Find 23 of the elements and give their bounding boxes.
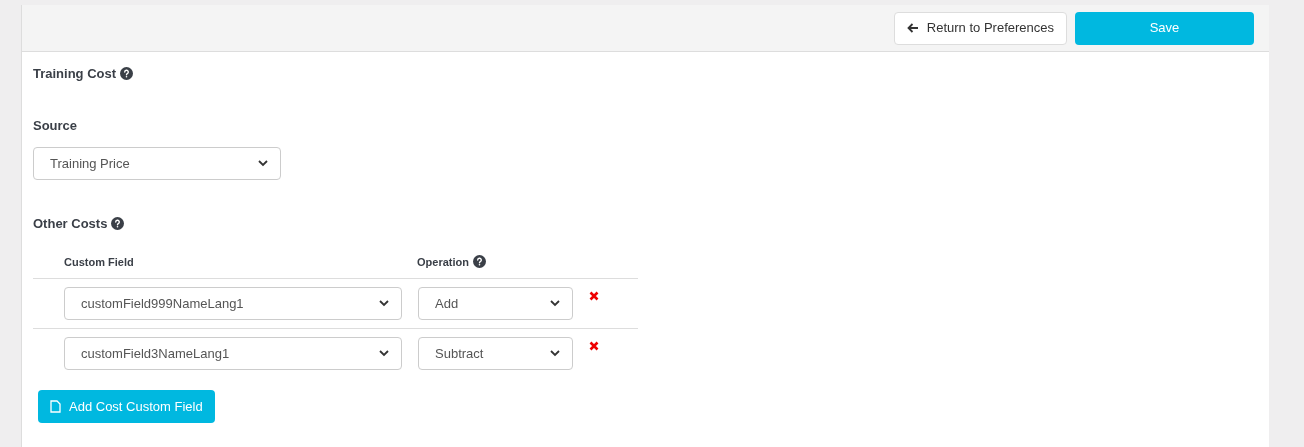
help-icon — [472, 255, 486, 269]
chevron-down-icon — [550, 350, 560, 357]
chevron-down-icon — [379, 350, 389, 357]
chevron-down-icon — [550, 300, 560, 307]
select-field[interactable]: Subtract — [418, 337, 573, 370]
chevron-down-icon — [258, 160, 268, 167]
arrow-left-icon — [906, 23, 919, 33]
chevron-down-icon — [379, 300, 389, 307]
select-field[interactable]: customField999NameLang1 — [64, 287, 402, 320]
return-button[interactable]: Return to Preferences — [893, 11, 1067, 45]
source-label: Source — [33, 116, 79, 135]
file-icon — [50, 400, 61, 413]
select-field[interactable]: Add — [418, 287, 573, 320]
column-header: Custom Field — [63, 254, 135, 270]
help-icon — [111, 217, 125, 230]
delete-icon[interactable] — [589, 341, 599, 351]
section-title: Training Cost — [33, 66, 117, 81]
help-icon — [120, 67, 134, 80]
delete-icon[interactable] — [589, 291, 599, 301]
column-header: Operation — [417, 254, 469, 270]
select-field[interactable]: Training Price — [33, 147, 281, 180]
other-costs-label: Other Costs — [33, 216, 108, 231]
select-field[interactable]: customField3NameLang1 — [64, 337, 402, 370]
